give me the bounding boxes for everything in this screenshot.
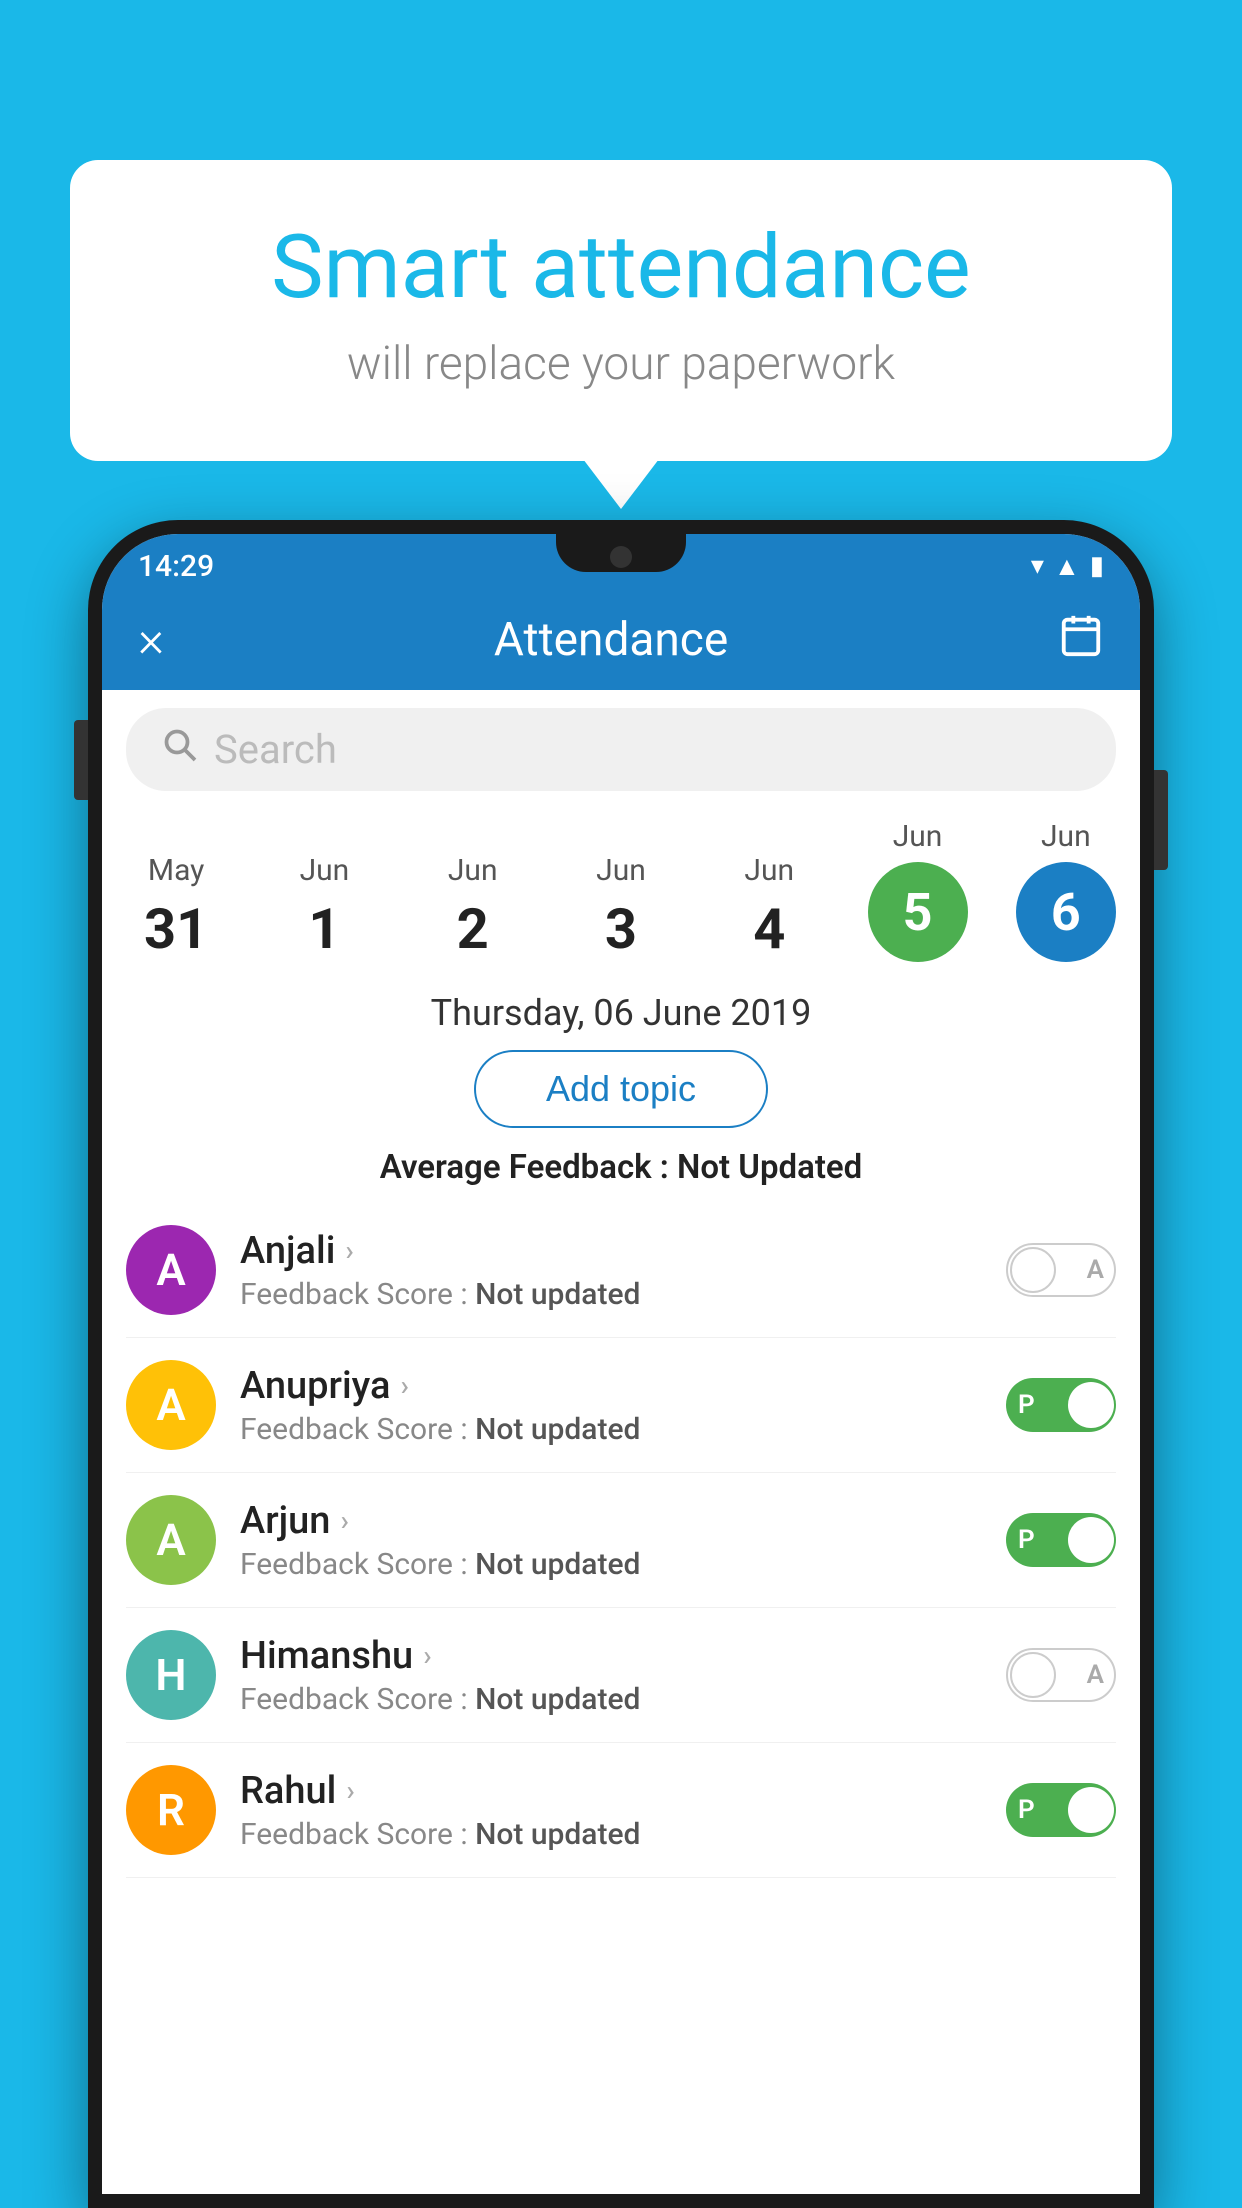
student-list: A Anjali › Feedback Score : Not updated … [102,1203,1140,1878]
student-info-rahul: Rahul › Feedback Score : Not updated [240,1769,982,1852]
phone-screen: 14:29 ▾ ▲ ▮ × Attendance [102,534,1140,2194]
volume-button [74,720,88,800]
student-info-arjun: Arjun › Feedback Score : Not updated [240,1499,982,1582]
feedback-score-rahul: Feedback Score : Not updated [240,1817,982,1852]
chevron-icon: › [345,1234,353,1267]
date-col-jun6[interactable]: Jun 6 [1006,819,1126,962]
date-col-jun3[interactable]: Jun 3 [561,853,681,962]
speech-bubble-title: Smart attendance [150,220,1092,317]
feedback-score-anupriya: Feedback Score : Not updated [240,1412,982,1447]
student-row-anjali[interactable]: A Anjali › Feedback Score : Not updated … [126,1203,1116,1338]
attendance-toggle-anupriya[interactable]: P [1006,1378,1116,1432]
phone-notch [556,534,686,572]
app-bar: × Attendance [102,590,1140,690]
wifi-icon: ▾ [1031,551,1044,581]
power-button [1154,770,1168,870]
camera-dot [610,546,632,568]
attendance-toggle-himanshu[interactable]: A [1006,1648,1116,1702]
avatar-arjun: A [126,1495,216,1585]
add-topic-button[interactable]: Add topic [474,1050,768,1128]
student-name-anjali: Anjali › [240,1229,982,1273]
avatar-anjali: A [126,1225,216,1315]
student-name-anupriya: Anupriya › [240,1364,982,1408]
status-icons: ▾ ▲ ▮ [1031,551,1104,582]
date-col-jun1[interactable]: Jun 1 [264,853,384,962]
avg-feedback: Average Feedback : Not Updated [102,1148,1140,1187]
attendance-toggle-rahul[interactable]: P [1006,1783,1116,1837]
feedback-score-anjali: Feedback Score : Not updated [240,1277,982,1312]
student-row-anupriya[interactable]: A Anupriya › Feedback Score : Not update… [126,1338,1116,1473]
date-col-jun4[interactable]: Jun 4 [709,853,829,962]
student-info-anjali: Anjali › Feedback Score : Not updated [240,1229,982,1312]
student-name-himanshu: Himanshu › [240,1634,982,1678]
status-time: 14:29 [138,549,214,584]
search-bar[interactable]: Search [126,708,1116,791]
attendance-toggle-anjali[interactable]: A [1006,1243,1116,1297]
student-name-rahul: Rahul › [240,1769,982,1813]
search-icon [162,727,198,773]
signal-icon: ▲ [1054,551,1080,582]
date-col-jun5[interactable]: Jun 5 [858,819,978,962]
battery-icon: ▮ [1090,551,1104,581]
student-name-arjun: Arjun › [240,1499,982,1543]
app-bar-title: Attendance [164,613,1058,667]
phone-frame: 14:29 ▾ ▲ ▮ × Attendance [88,520,1154,2208]
student-row-rahul[interactable]: R Rahul › Feedback Score : Not updated P [126,1743,1116,1878]
speech-bubble-container: Smart attendance will replace your paper… [70,160,1172,461]
feedback-score-himanshu: Feedback Score : Not updated [240,1682,982,1717]
student-info-anupriya: Anupriya › Feedback Score : Not updated [240,1364,982,1447]
speech-bubble: Smart attendance will replace your paper… [70,160,1172,461]
chevron-icon: › [346,1774,354,1807]
calendar-icon[interactable] [1058,612,1104,669]
feedback-score-arjun: Feedback Score : Not updated [240,1547,982,1582]
date-picker: May 31 Jun 1 Jun 2 Jun 3 Jun 4 Jun [102,809,1140,972]
close-button[interactable]: × [138,611,164,669]
date-col-may31[interactable]: May 31 [116,853,236,962]
attendance-toggle-arjun[interactable]: P [1006,1513,1116,1567]
student-row-arjun[interactable]: A Arjun › Feedback Score : Not updated P [126,1473,1116,1608]
speech-bubble-subtitle: will replace your paperwork [150,337,1092,391]
selected-date-heading: Thursday, 06 June 2019 [102,992,1140,1034]
chevron-icon: › [423,1639,431,1672]
chevron-icon: › [400,1369,408,1402]
avatar-rahul: R [126,1765,216,1855]
student-info-himanshu: Himanshu › Feedback Score : Not updated [240,1634,982,1717]
avatar-anupriya: A [126,1360,216,1450]
avatar-himanshu: H [126,1630,216,1720]
search-input[interactable]: Search [214,726,1080,773]
date-col-jun2[interactable]: Jun 2 [413,853,533,962]
chevron-icon: › [340,1504,348,1537]
student-row-himanshu[interactable]: H Himanshu › Feedback Score : Not update… [126,1608,1116,1743]
